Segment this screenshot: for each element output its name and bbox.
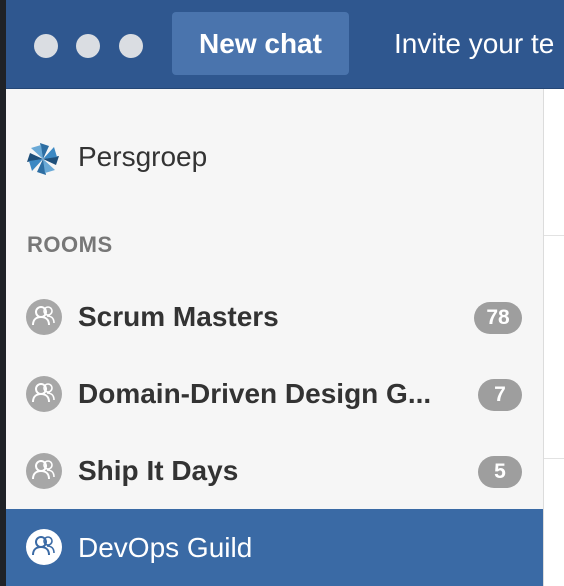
room-avatar-icon — [26, 299, 62, 335]
app-window: New chat Invite your te Persgroep ROOMS — [6, 0, 564, 586]
organization-name: Persgroep — [78, 141, 208, 172]
unread-count-badge: 78 — [474, 302, 522, 334]
window-close-button[interactable] — [34, 34, 58, 58]
room-avatar-icon — [26, 453, 62, 489]
window-maximize-button[interactable] — [119, 34, 143, 58]
room-item-domain-driven-design[interactable]: Domain-Driven Design G... 7 — [6, 357, 543, 431]
room-item-devops-guild[interactable]: DevOps Guild — [6, 509, 543, 586]
window-minimize-button[interactable] — [76, 34, 100, 58]
rooms-heading: ROOMS — [27, 232, 113, 257]
invite-team-link[interactable]: Invite your te — [394, 12, 554, 75]
divider — [544, 235, 564, 236]
pinwheel-logo-icon — [27, 143, 59, 175]
new-chat-button[interactable]: New chat — [172, 12, 349, 75]
sidebar: Persgroep ROOMS Scrum Masters 78 Domain-… — [6, 89, 544, 586]
top-bar: New chat Invite your te — [6, 0, 564, 89]
room-name: Domain-Driven Design G... — [78, 378, 432, 409]
main-content-area — [544, 89, 564, 586]
room-item-ship-it-days[interactable]: Ship It Days 5 — [6, 434, 543, 508]
room-name: Ship It Days — [78, 455, 239, 486]
room-name: DevOps Guild — [78, 532, 253, 563]
room-avatar-icon — [26, 376, 62, 412]
divider — [544, 458, 564, 459]
unread-count-badge: 5 — [478, 456, 522, 488]
room-item-scrum-masters[interactable]: Scrum Masters 78 — [6, 280, 543, 354]
unread-count-badge: 7 — [478, 379, 522, 411]
organization-item[interactable]: Persgroep — [6, 129, 543, 185]
room-name: Scrum Masters — [78, 301, 279, 332]
room-avatar-icon — [26, 529, 62, 565]
